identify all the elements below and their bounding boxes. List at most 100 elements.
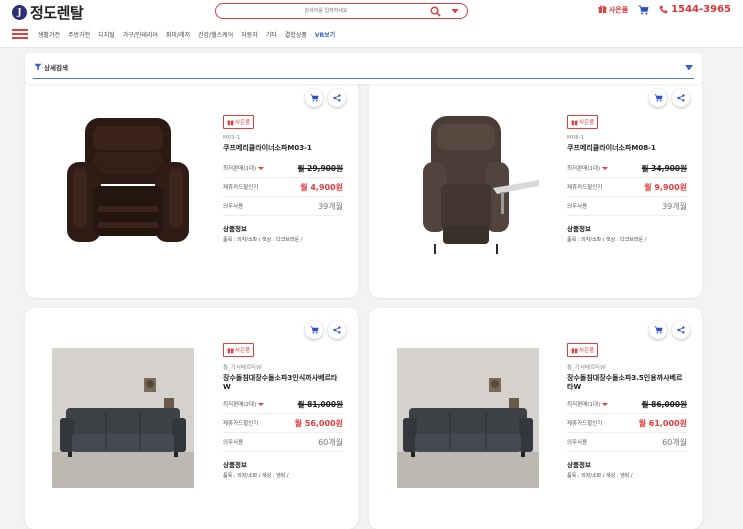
share-button[interactable] [672,89,690,107]
model-code: 돌_가서베르타W [223,365,262,371]
card-price: 월 61,000원 [638,418,687,428]
spec-title: 상품정보 [567,461,591,469]
share-icon [333,326,341,334]
duty-label: 의무사용 [223,204,244,210]
model-code: 돌_가서베르타W [567,365,606,371]
gift-badge: 사은품 [567,343,599,357]
search-input[interactable] [226,6,426,16]
cart-icon [654,326,663,334]
model-code: M03-1 [223,135,241,141]
caret-down-icon[interactable] [602,167,609,170]
product-name[interactable]: 쿠프메리클라이너소파M03-1 [223,144,343,153]
nav-item-car[interactable]: 자동차 [241,30,258,39]
product-name[interactable]: 장수돌침대장수돌소파3.5인용까사베르타W [567,374,687,392]
original-price: 월 34,900원 [641,163,687,173]
model-code: M08-1 [567,135,585,141]
add-to-cart-button[interactable] [305,321,323,339]
card-price-row: 제휴카드할인가 월 61,000원 [567,414,687,433]
duty-label: 의무사용 [567,440,588,446]
chevron-down-icon[interactable] [450,6,460,16]
gift-icon [571,120,578,125]
card-actions [644,321,690,339]
gift-icon [598,5,607,14]
gift-badge-label: 사은품 [579,348,595,354]
original-price: 월 81,000원 [297,399,343,409]
nav-item-vr[interactable]: VR보기 [315,30,335,39]
nav-item-bundle[interactable]: 결합상품 [285,30,307,39]
nav-item-hobby[interactable]: 취미/레저 [166,30,190,39]
gift-link[interactable]: 사은품 [598,5,628,15]
search-icon[interactable] [430,6,441,17]
product-image-sofa[interactable] [52,348,194,488]
duty-value: 60개월 [662,437,687,447]
gift-badge-label: 사은품 [579,120,595,126]
product-name[interactable]: 장수돌침대장수돌소파3인식까사베르타W [223,374,343,392]
product-card[interactable]: 사은품 M03-1 쿠프메리클라이너소파M03-1 최저판매(1대) 월 29,9… [25,76,358,298]
logo-text: 정도렌탈 [30,4,84,22]
chevron-down-icon[interactable] [685,65,693,71]
caret-down-icon[interactable] [258,403,265,406]
price-label: 최저판매(2대) [223,402,257,408]
phone-icon [659,5,668,14]
gift-link-label: 사은품 [608,5,629,14]
product-image-lift-recliner[interactable] [421,114,541,256]
spec-text: 품목 : 의자/소파 / 색상 : 다크브라운 / [567,237,647,243]
gift-badge: 사은품 [223,115,255,129]
search-bar [215,3,468,19]
caret-down-icon[interactable] [602,403,609,406]
spec-title: 상품정보 [223,225,247,233]
phone-number-text: 1544-3965 [671,4,731,15]
duty-value: 60개월 [318,437,343,447]
spec-text: 품목 : 의자/소파 / 색상 : 다크브라운 / [223,237,303,243]
card-actions [300,321,346,339]
card-actions [300,89,346,107]
add-to-cart-button[interactable] [649,89,667,107]
cart-icon[interactable] [638,5,649,15]
add-to-cart-button[interactable] [305,89,323,107]
menu-icon[interactable] [12,29,28,39]
product-card[interactable]: 사은품 돌_가서베르타W 장수돌침대장수돌소파3인식까사베르타W 최저판매(2대… [25,308,358,529]
product-info: 사은품 돌_가서베르타W 장수돌침대장수돌소파3인식까사베르타W 최저판매(2대… [223,343,343,479]
logo-mark: J [12,5,27,20]
detail-search-bar[interactable]: 상세검색 [25,53,702,84]
product-name[interactable]: 쿠프메리클라이너소파M08-1 [567,144,687,153]
product-image-sofa[interactable] [397,348,539,488]
header-actions: 사은품 1544-3965 [598,4,731,15]
nav-item-health[interactable]: 건강/헬스케어 [198,30,233,39]
divider [33,78,694,79]
product-card[interactable]: 사은품 M08-1 쿠프메리클라이너소파M08-1 최저판매(1대) 월 34,9… [369,76,702,298]
nav-item-kitchen[interactable]: 주방가전 [68,30,90,39]
duty-value: 39개월 [318,201,343,211]
detail-search-toggle[interactable]: 상세검색 [34,62,68,72]
price-label: 최저판매(1대) [223,166,257,172]
share-button[interactable] [672,321,690,339]
nav-item-digital[interactable]: 디지털 [98,30,115,39]
card-price: 월 9,900원 [644,182,687,192]
share-button[interactable] [328,89,346,107]
filter-icon [34,63,42,71]
card-price: 월 4,900원 [300,182,343,192]
product-info: 사은품 M08-1 쿠프메리클라이너소파M08-1 최저판매(1대) 월 34,9… [567,115,687,243]
nav-item-etc[interactable]: 기타 [266,30,277,39]
add-to-cart-button[interactable] [649,321,667,339]
phone-number[interactable]: 1544-3965 [659,4,731,15]
product-info: 사은품 M03-1 쿠프메리클라이너소파M03-1 최저판매(1대) 월 29,9… [223,115,343,243]
duty-row: 의무사용 60개월 [567,433,687,452]
card-price-label: 제휴카드할인가 [223,185,259,191]
logo[interactable]: J 정도렌탈 [12,2,84,23]
share-button[interactable] [328,321,346,339]
nav-item-furniture[interactable]: 가구/인테리어 [123,30,158,39]
gift-icon [571,348,578,353]
share-icon [677,94,685,102]
nav-item-home-appliances[interactable]: 생활가전 [38,30,60,39]
cart-icon [310,326,319,334]
product-card[interactable]: 사은품 돌_가서베르타W 장수돌침대장수돌소파3.5인용까사베르타W 최저판매(… [369,308,702,529]
gift-badge: 사은품 [567,115,599,129]
caret-down-icon[interactable] [258,167,265,170]
duty-label: 의무사용 [567,204,588,210]
share-icon [677,326,685,334]
card-price-label: 제휴카드할인가 [567,185,603,191]
detail-search-label: 상세검색 [44,64,68,72]
gift-badge: 사은품 [223,343,255,357]
product-image-recliner[interactable] [63,114,193,254]
